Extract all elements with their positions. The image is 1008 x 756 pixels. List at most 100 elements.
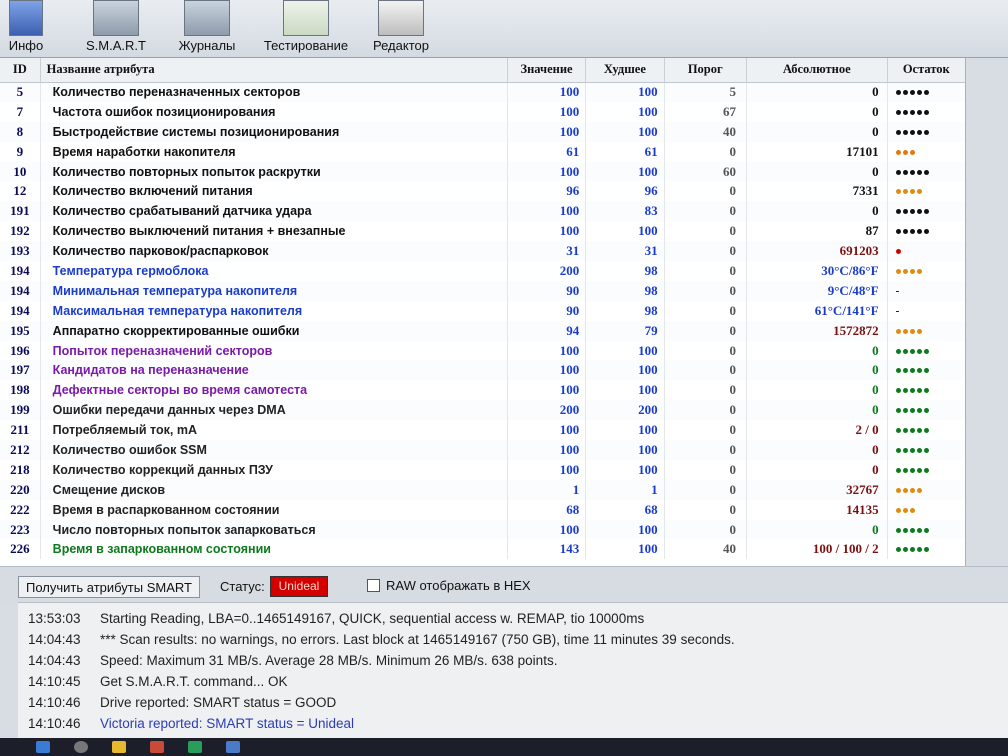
health-dot bbox=[902, 487, 908, 493]
attr-id: 10 bbox=[0, 161, 41, 182]
health-dot bbox=[909, 229, 915, 235]
tab-testing[interactable]: Тестирование bbox=[260, 0, 352, 56]
attr-remaining bbox=[887, 440, 965, 460]
browser-icon[interactable] bbox=[188, 741, 202, 753]
attr-threshold: 0 bbox=[664, 201, 747, 222]
table-row[interactable]: 191 Количество срабатываний датчика удара… bbox=[0, 201, 965, 222]
health-dot bbox=[909, 268, 915, 274]
attr-raw: 14135 bbox=[746, 499, 888, 520]
tab-editor-label: Редактор bbox=[373, 38, 429, 53]
health-dot bbox=[895, 149, 901, 155]
table-row[interactable]: 196 Попыток переназначений секторов 100 100… bbox=[0, 340, 965, 361]
health-dot bbox=[895, 90, 901, 96]
health-dash: - bbox=[895, 284, 901, 297]
attr-threshold: 40 bbox=[664, 121, 747, 142]
health-dot bbox=[909, 189, 915, 195]
table-row[interactable]: 220 Смещение дисков 1 1 0 32767 bbox=[0, 479, 965, 500]
health-dot bbox=[923, 467, 929, 473]
health-dot bbox=[916, 328, 922, 334]
attr-name: Аппаратно скорректированные ошибки bbox=[40, 320, 508, 341]
table-row[interactable]: 218 Количество коррекций данных ПЗУ 100 100… bbox=[0, 459, 965, 480]
health-dot bbox=[923, 109, 929, 115]
health-dot bbox=[916, 547, 922, 553]
attr-id: 220 bbox=[0, 479, 41, 500]
attr-id: 12 bbox=[0, 181, 41, 202]
log-time: 14:04:43 bbox=[28, 632, 81, 647]
table-row[interactable]: 211 Потребляемый ток, mA 100 100 0 2 / 0 bbox=[0, 420, 965, 441]
table-row[interactable]: 195 Аппаратно скорректированные ошибки 94 7… bbox=[0, 320, 965, 341]
table-row[interactable]: 223 Число повторных попыток запарковаться… bbox=[0, 519, 965, 540]
table-row[interactable]: 193 Количество парковок/распарковок 31 31 0 6… bbox=[0, 241, 965, 262]
attr-name: Смещение дисков bbox=[40, 479, 508, 500]
tab-logs[interactable]: Журналы bbox=[176, 0, 238, 56]
health-dot bbox=[902, 368, 908, 374]
health-dot bbox=[916, 487, 922, 493]
tab-smart[interactable]: S.M.A.R.T bbox=[82, 0, 150, 56]
table-row[interactable]: 10 Количество повторных попыток раскрутки… bbox=[0, 161, 965, 182]
attr-worst: 100 bbox=[585, 82, 665, 102]
table-row[interactable]: 198 Дефектные секторы во время самотеста 1… bbox=[0, 380, 965, 401]
attr-raw: 1572872 bbox=[746, 320, 888, 341]
tab-info[interactable]: Инфо bbox=[4, 0, 48, 56]
attr-id: 193 bbox=[0, 241, 41, 262]
health-dot bbox=[916, 169, 922, 175]
attr-threshold: 67 bbox=[664, 101, 747, 122]
col-worst[interactable]: Худшее bbox=[585, 58, 665, 83]
health-dot bbox=[902, 169, 908, 175]
table-row[interactable]: 212 Количество ошибок SSM 100 100 0 0 bbox=[0, 440, 965, 460]
app-icon-2[interactable] bbox=[226, 741, 240, 753]
get-smart-button[interactable]: Получить атрибуты SMART bbox=[18, 576, 200, 598]
attr-worst: 100 bbox=[585, 161, 665, 182]
health-dot bbox=[916, 428, 922, 434]
health-dot bbox=[909, 428, 915, 434]
table-row[interactable]: 199 Ошибки передачи данных через DMA 200 20… bbox=[0, 400, 965, 421]
col-threshold[interactable]: Порог bbox=[664, 58, 747, 83]
health-dot bbox=[895, 249, 901, 255]
table-row[interactable]: 8 Быстродействие системы позиционирования… bbox=[0, 121, 965, 142]
attr-raw: 32767 bbox=[746, 479, 888, 500]
attr-name: Ошибки передачи данных через DMA bbox=[40, 400, 508, 421]
raw-hex-label[interactable]: RAW отображать в HEX bbox=[386, 578, 531, 593]
col-raw[interactable]: Абсолютное bbox=[746, 58, 888, 83]
log-message: *** Scan results: no warnings, no errors… bbox=[100, 632, 735, 647]
start-icon[interactable] bbox=[36, 741, 50, 753]
table-row[interactable]: 194 Минимальная температура накопителя 90 9… bbox=[0, 280, 965, 301]
table-row[interactable]: 7 Частота ошибок позиционирования 100 100 67… bbox=[0, 101, 965, 122]
folder-icon[interactable] bbox=[112, 741, 126, 753]
attr-raw: 0 bbox=[746, 121, 888, 142]
health-dot bbox=[909, 408, 915, 414]
col-value[interactable]: Значение bbox=[507, 58, 587, 83]
table-row[interactable]: 194 Температура гермоблока 200 98 0 30°C/86°F bbox=[0, 261, 965, 281]
health-dot bbox=[923, 428, 929, 434]
attr-id: 223 bbox=[0, 519, 41, 540]
attr-name: Температура гермоблока bbox=[40, 261, 508, 281]
search-icon[interactable] bbox=[74, 741, 88, 753]
table-row[interactable]: 5 Количество переназначенных секторов 100 1… bbox=[0, 82, 965, 102]
tab-logs-label: Журналы bbox=[178, 38, 236, 53]
raw-hex-checkbox[interactable] bbox=[367, 579, 380, 592]
attr-id: 192 bbox=[0, 221, 41, 242]
info-icon bbox=[9, 0, 43, 36]
attr-remaining bbox=[887, 380, 965, 401]
col-name[interactable]: Название атрибута bbox=[40, 58, 508, 83]
attr-remaining: - bbox=[887, 300, 965, 321]
table-row[interactable]: 197 Кандидатов на переназначение 100 100 0 0 bbox=[0, 360, 965, 381]
log-message: Speed: Maximum 31 MB/s. Average 28 MB/s.… bbox=[100, 653, 558, 668]
attr-value: 100 bbox=[507, 201, 587, 222]
tab-editor[interactable]: Редактор bbox=[370, 0, 432, 56]
editor-icon bbox=[378, 0, 424, 36]
col-remaining[interactable]: Остаток bbox=[887, 58, 965, 83]
app-icon[interactable] bbox=[150, 741, 164, 753]
col-id[interactable]: ID bbox=[0, 58, 41, 83]
attr-threshold: 0 bbox=[664, 280, 747, 301]
table-row[interactable]: 222 Время в распаркованном состоянии 68 68 0… bbox=[0, 499, 965, 520]
health-dot bbox=[916, 388, 922, 394]
table-row[interactable]: 194 Максимальная температура накопителя 90… bbox=[0, 300, 965, 321]
table-row[interactable]: 226 Время в запаркованном состоянии 143 100… bbox=[0, 539, 965, 560]
table-row[interactable]: 9 Время наработки накопителя 61 61 0 17101 bbox=[0, 141, 965, 162]
attr-value: 31 bbox=[507, 241, 587, 262]
table-row[interactable]: 12 Количество включений питания 96 96 0 7331 bbox=[0, 181, 965, 202]
health-dot bbox=[902, 229, 908, 235]
health-dot bbox=[916, 408, 922, 414]
table-row[interactable]: 192 Количество выключений питания + внеза… bbox=[0, 221, 965, 242]
